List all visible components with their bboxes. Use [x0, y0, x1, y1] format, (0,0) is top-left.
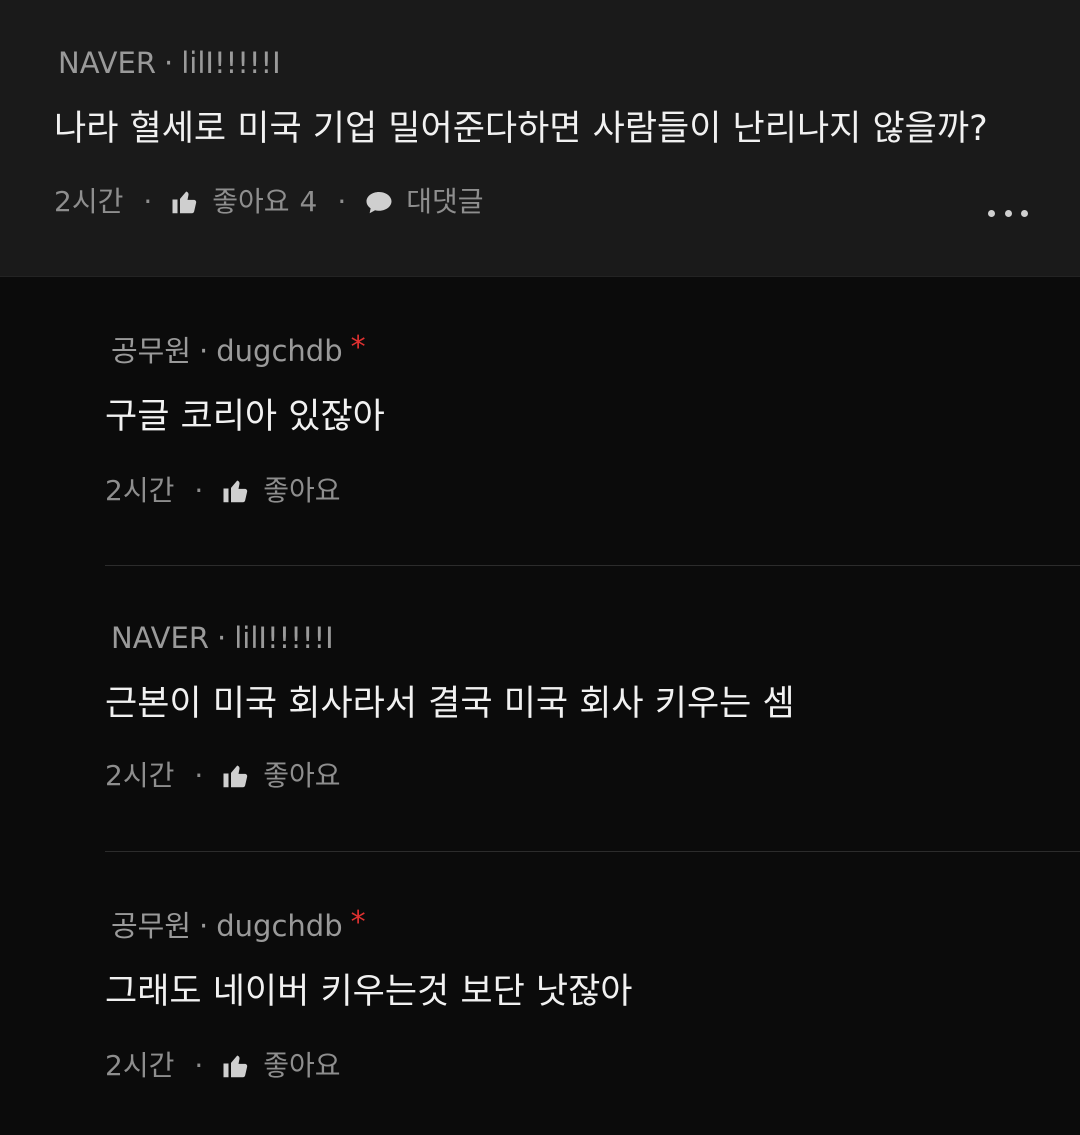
author-company: 공무원	[111, 909, 192, 943]
separator-dot: ·	[194, 474, 204, 507]
author-username: lilI!!!!!I	[181, 46, 281, 80]
comment-actions: 2시간 · 좋아요 4 · 대댓글	[54, 184, 484, 220]
separator-dot: ·	[164, 46, 174, 80]
like-count: 4	[299, 185, 318, 218]
reply-actions: 2시간 · 좋아요	[105, 473, 341, 509]
comment-author[interactable]: NAVER · lilI!!!!!I	[58, 45, 281, 81]
author-company: 공무원	[111, 334, 192, 368]
reply-time: 2시간	[105, 474, 175, 507]
reply-author[interactable]: 공무원 · dugchdb *	[111, 905, 366, 945]
reply-button-label[interactable]: 대댓글	[406, 184, 483, 220]
separator-dot: ·	[194, 759, 204, 792]
speech-bubble-icon[interactable]	[364, 187, 394, 217]
author-company: NAVER	[111, 621, 209, 655]
reply-text: 근본이 미국 회사라서 결국 미국 회사 키우는 셈	[105, 684, 795, 724]
separator-dot: ·	[199, 909, 209, 943]
thumbs-up-icon[interactable]	[221, 1051, 251, 1081]
main-comment: NAVER · lilI!!!!!I 나라 혈세로 미국 기업 밀어준다하면 사람들…	[0, 0, 1080, 277]
reply-time: 2시간	[105, 759, 175, 792]
reply-text: 구글 코리아 있잖아	[105, 397, 385, 437]
reply-text: 그래도 네이버 키우는것 보단 낫잖아	[105, 972, 633, 1012]
like-button-label[interactable]: 좋아요	[263, 473, 340, 509]
comment-time: 2시간	[54, 185, 124, 218]
divider	[105, 565, 1080, 566]
more-dot	[1004, 209, 1012, 217]
more-dot	[1021, 209, 1028, 217]
more-horizontal-icon	[988, 209, 995, 217]
like-button-label[interactable]: 좋아요	[263, 1048, 340, 1084]
comment-thread: NAVER · lilI!!!!!I 나라 혈세로 미국 기업 밀어준다하면 사람들…	[0, 0, 1080, 1135]
reply-actions: 2시간 · 좋아요	[105, 758, 341, 794]
reply-author[interactable]: 공무원 · dugchdb *	[111, 330, 366, 370]
reply-actions: 2시간 · 좋아요	[105, 1048, 341, 1084]
like-button-label[interactable]: 좋아요	[263, 758, 340, 794]
separator-dot: ·	[217, 621, 227, 655]
thumbs-up-icon[interactable]	[221, 476, 251, 506]
reply-author[interactable]: NAVER · lilI!!!!!I	[111, 620, 334, 656]
comment-text: 나라 혈세로 미국 기업 밀어준다하면 사람들이 난리나지 않을까?	[54, 109, 988, 149]
author-badge-star: *	[350, 330, 366, 365]
thumbs-up-icon[interactable]	[170, 187, 200, 217]
author-badge-star: *	[350, 905, 366, 940]
divider	[105, 851, 1080, 852]
author-username: dugchdb	[216, 909, 343, 943]
separator-dot: ·	[337, 185, 347, 218]
thumbs-up-icon[interactable]	[221, 761, 251, 791]
more-options-button[interactable]	[988, 198, 1028, 228]
reply-time: 2시간	[105, 1049, 175, 1082]
author-company: NAVER	[58, 46, 156, 80]
separator-dot: ·	[199, 334, 209, 368]
like-button-label[interactable]: 좋아요	[212, 184, 289, 220]
author-username: dugchdb	[216, 334, 343, 368]
separator-dot: ·	[194, 1049, 204, 1082]
separator-dot: ·	[143, 185, 153, 218]
author-username: lilI!!!!!I	[234, 621, 334, 655]
